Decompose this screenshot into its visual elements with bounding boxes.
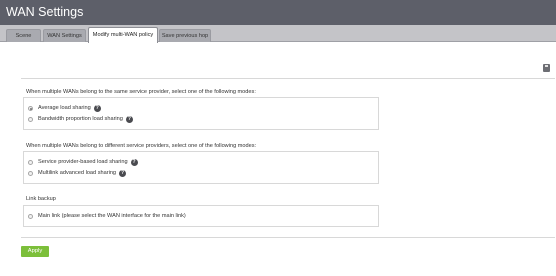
tab-modify-multi-wan-policy[interactable]: Modify multi-WAN policy [88, 27, 158, 43]
radio-unchecked-icon[interactable] [28, 171, 33, 176]
link-backup-options: Main link (please select the WAN interfa… [23, 205, 379, 227]
tab-scene[interactable]: Scene [6, 29, 41, 42]
divider [21, 237, 555, 238]
option-label: Service provider-based load sharing [38, 159, 128, 165]
help-icon[interactable]: ? [93, 105, 101, 112]
option-label: Average load sharing [38, 105, 91, 111]
different-providers-options: Service provider-based load sharing ? Mu… [23, 151, 379, 184]
radio-unchecked-icon[interactable] [28, 160, 33, 165]
option-bandwidth-proportion-load-sharing[interactable]: Bandwidth proportion load sharing ? [28, 115, 133, 124]
link-backup-heading: Link backup [26, 196, 56, 202]
tab-save-previous-hop[interactable]: Save previous hop [159, 29, 211, 42]
option-service-provider-based-load-sharing[interactable]: Service provider-based load sharing ? [28, 158, 138, 167]
divider [21, 78, 555, 79]
option-label: Bandwidth proportion load sharing [38, 116, 123, 122]
tab-wan-settings[interactable]: WAN Settings [43, 29, 86, 42]
option-average-load-sharing[interactable]: Average load sharing ? [28, 104, 101, 113]
apply-button[interactable]: Apply [21, 246, 49, 257]
title-bar: WAN Settings [0, 0, 556, 25]
help-icon[interactable]: ? [125, 116, 133, 123]
help-icon[interactable]: ? [119, 170, 127, 177]
same-provider-heading: When multiple WANs belong to the same se… [26, 89, 256, 95]
floppy-disk-icon[interactable] [543, 64, 550, 72]
different-providers-heading: When multiple WANs belong to different s… [26, 143, 257, 149]
option-label: Multilink advanced load sharing [38, 170, 117, 176]
option-label: Main link (please select the WAN interfa… [38, 213, 186, 219]
option-main-link[interactable]: Main link (please select the WAN interfa… [28, 212, 186, 221]
radio-unchecked-icon[interactable] [28, 214, 33, 219]
help-icon[interactable]: ? [130, 159, 138, 166]
radio-checked-icon[interactable] [28, 106, 33, 111]
radio-unchecked-icon[interactable] [28, 117, 33, 122]
page-title: WAN Settings [6, 5, 84, 19]
tab-bar: Scene WAN Settings Modify multi-WAN poli… [0, 25, 556, 43]
option-multilink-advanced-load-sharing[interactable]: Multilink advanced load sharing ? [28, 169, 127, 178]
same-provider-options: Average load sharing ? Bandwidth proport… [23, 97, 379, 130]
